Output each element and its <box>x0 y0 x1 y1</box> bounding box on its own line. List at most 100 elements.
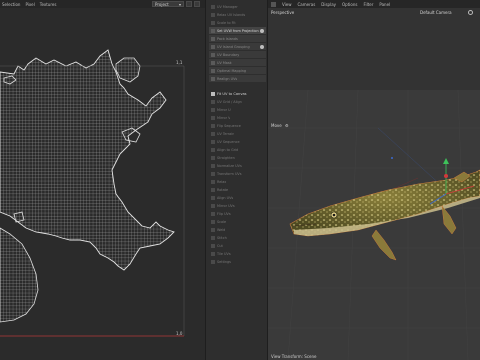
viewport-grid-icon[interactable] <box>271 1 276 7</box>
tool-item[interactable]: Normalize UVs <box>209 162 266 169</box>
tool-item[interactable]: UV Island Grouping <box>209 43 266 50</box>
tool-item[interactable]: Align to Grid <box>209 146 266 153</box>
tool-item[interactable]: Optimal Mapping <box>209 67 266 74</box>
tool-icon <box>211 131 215 136</box>
section-header[interactable]: Fit UV to Canvas <box>209 91 266 97</box>
tool-icon <box>211 243 215 248</box>
tool-label: Settings <box>217 259 231 264</box>
uv-tools-panel: UV Manager Relax UV Islands Scale to Fit… <box>205 0 268 360</box>
vp-menu-display[interactable]: Display <box>321 2 336 7</box>
tool-item[interactable]: Rotate <box>209 186 266 193</box>
tool-icon <box>211 123 215 128</box>
tool-label: Scale <box>217 219 227 224</box>
tool-item[interactable]: Scale to Fit <box>209 19 266 26</box>
viewport-canvas[interactable] <box>268 8 480 360</box>
tool-icon <box>211 211 215 216</box>
uv-menu-pixel[interactable]: Pixel <box>25 2 34 7</box>
viewport-label-camera[interactable]: Default Camera <box>420 10 452 15</box>
tool-item[interactable]: Tile UVs <box>209 250 266 257</box>
tool-icon <box>211 107 215 112</box>
tool-item[interactable]: Straighten <box>209 154 266 161</box>
tool-item[interactable]: Settings <box>209 258 266 265</box>
tool-label: Stitch <box>217 235 227 240</box>
tool-icon <box>211 44 215 49</box>
camera-lock-icon[interactable] <box>468 10 473 15</box>
uv-canvas[interactable] <box>0 8 205 360</box>
uv-menu-selection[interactable]: Selection <box>2 2 20 7</box>
tool-item[interactable]: Stitch <box>209 234 266 241</box>
viewport-menubar: View Cameras Display Options Filter Pane… <box>268 0 480 8</box>
help-icon[interactable] <box>260 44 264 49</box>
tool-item[interactable]: UV Sequence <box>209 138 266 145</box>
tool-item[interactable]: Relax UV Islands <box>209 11 266 18</box>
tool-icon <box>211 36 215 41</box>
tool-item[interactable]: Align UVs <box>209 194 266 201</box>
tool-item[interactable]: Scale <box>209 218 266 225</box>
tool-icon <box>211 4 215 9</box>
tool-item[interactable]: Pack Islands <box>209 35 266 42</box>
tool-list: UV Grid / Align Mirror U Mirror V Flip Sequ… <box>209 98 266 265</box>
tool-label: Normalize UVs <box>217 163 242 168</box>
viewport-status-bar: View Transform: Scene <box>268 352 480 360</box>
tool-icon <box>211 147 215 152</box>
tool-label: Straighten <box>217 155 235 160</box>
uv-menu-textures[interactable]: Textures <box>40 2 57 7</box>
projection-icon <box>211 28 215 33</box>
tool-item[interactable]: Flip UVs <box>209 210 266 217</box>
uv-island-fin <box>115 57 141 83</box>
tool-icon <box>211 195 215 200</box>
tool-item[interactable]: Mirror UVs <box>209 202 266 209</box>
tool-item[interactable]: Realign UVs <box>209 75 266 82</box>
tool-item[interactable]: Weld <box>209 226 266 233</box>
tool-item[interactable]: UV Terrain <box>209 130 266 137</box>
view-transform-status: View Transform: Scene <box>271 353 317 359</box>
viewport-label-perspective: Perspective <box>271 10 295 15</box>
uv-editor-panel: Selection Pixel Textures Project ▾ 1,1 1… <box>0 0 205 360</box>
lock-icon[interactable] <box>186 1 192 7</box>
tool-icon <box>211 52 215 57</box>
tool-icon <box>211 219 215 224</box>
tool-item[interactable]: Cut <box>209 242 266 249</box>
tool-item[interactable]: Mirror U <box>209 106 266 113</box>
tool-section-mid: Set UVW from Projection Pack Islands UV … <box>209 27 266 83</box>
uv-island-head <box>0 227 39 323</box>
tool-icon <box>211 115 215 120</box>
tool-item[interactable]: UV Mask <box>209 59 266 66</box>
tool-item[interactable]: UV Manager <box>209 3 266 10</box>
tool-label: Mirror V <box>217 115 231 120</box>
uv-project-dropdown[interactable]: Project ▾ <box>152 1 184 7</box>
tool-icon <box>211 20 215 25</box>
tool-icon <box>211 179 215 184</box>
tool-label: Align to Grid <box>217 147 239 152</box>
tool-item[interactable]: Flip Sequence <box>209 122 266 129</box>
vp-menu-filter[interactable]: Filter <box>363 2 373 7</box>
tool-set-uvw-from-projection[interactable]: Set UVW from Projection <box>209 27 266 34</box>
vp-menu-options[interactable]: Options <box>342 2 357 7</box>
tool-icon <box>211 259 215 264</box>
tool-item[interactable]: Transform UVs <box>209 170 266 177</box>
tool-item[interactable]: Relax <box>209 178 266 185</box>
tool-item[interactable]: Mirror V <box>209 114 266 121</box>
fit-icon <box>211 92 215 96</box>
tool-item[interactable]: UV Boundary <box>209 51 266 58</box>
tool-label: Mirror UVs <box>217 203 235 208</box>
chevron-down-icon: ▾ <box>178 1 181 7</box>
tool-icon <box>211 171 215 176</box>
tool-label: Align UVs <box>217 195 234 200</box>
uv-coord-top-right: 1,1 <box>176 60 183 65</box>
vp-menu-panel[interactable]: Panel <box>379 2 390 7</box>
settings-icon[interactable] <box>194 1 200 7</box>
viewport-label-move: Move <box>271 123 282 128</box>
tool-label: UV Terrain <box>217 131 235 136</box>
vp-menu-view[interactable]: View <box>282 2 292 7</box>
vp-menu-cameras[interactable]: Cameras <box>298 2 316 7</box>
tool-label: Tile UVs <box>217 251 231 256</box>
help-icon[interactable] <box>260 28 264 33</box>
tool-icon <box>211 60 215 65</box>
tool-item[interactable]: UV Grid / Align <box>209 98 266 105</box>
settings-icon[interactable]: ⚙ <box>285 123 289 128</box>
tool-icon <box>211 227 215 232</box>
tool-label: UV Grid / Align <box>217 99 242 104</box>
tool-label: Flip Sequence <box>217 123 241 128</box>
tool-label: Mirror U <box>217 107 231 112</box>
